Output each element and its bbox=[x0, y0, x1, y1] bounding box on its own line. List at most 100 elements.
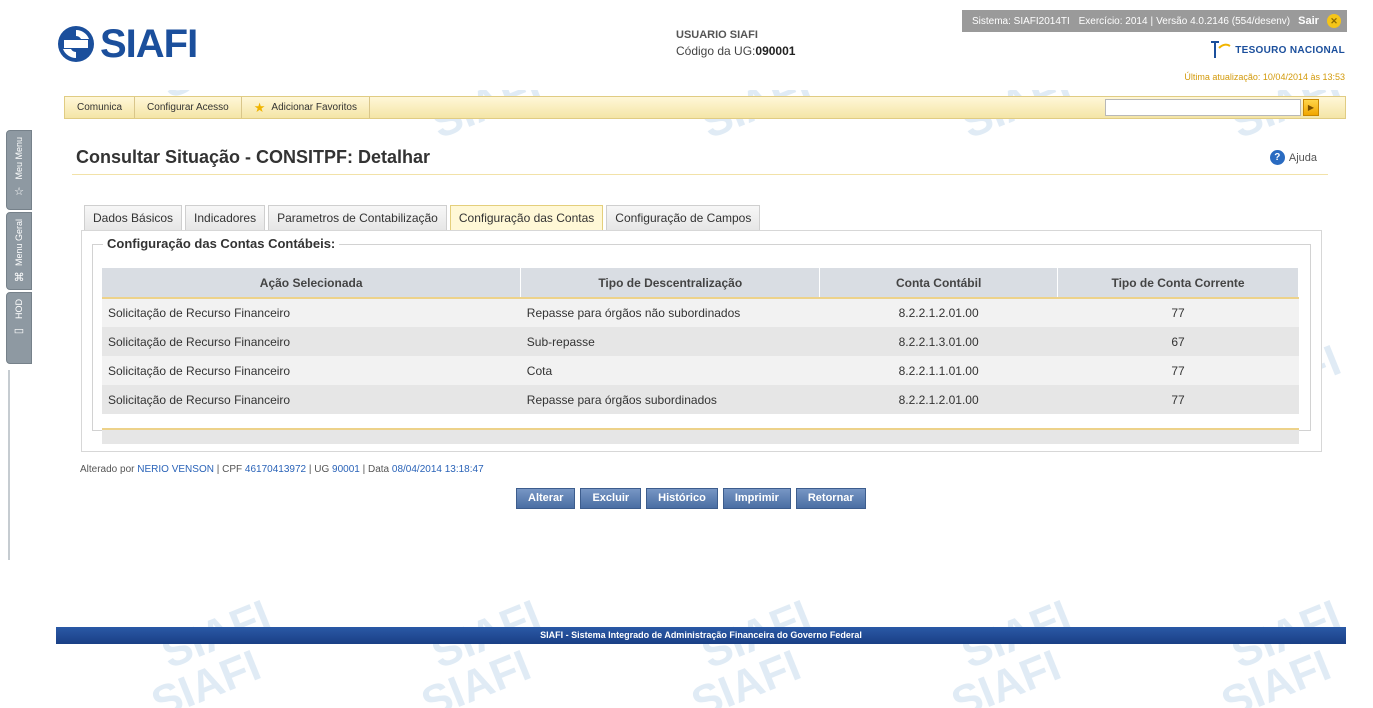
table-footer bbox=[102, 430, 1299, 444]
cell-conta-contabil: 8.2.2.1.2.01.00 bbox=[819, 298, 1058, 327]
tab-indicadores[interactable]: Indicadores bbox=[185, 205, 266, 230]
cell-tipo-descentralizacao: Sub-repasse bbox=[520, 327, 820, 356]
watermark: SIAFI bbox=[414, 640, 538, 708]
tab-label: Configuração das Contas bbox=[458, 211, 595, 225]
toolbar: Comunica Configurar Acesso ★ Adicionar F… bbox=[64, 96, 1346, 119]
cell-acao: Solicitação de Recurso Financeiro bbox=[102, 298, 521, 327]
toolbar-comunica-label: Comunica bbox=[77, 102, 123, 113]
side-tab-hod-label: HOD bbox=[14, 299, 24, 319]
logout-label: Sair bbox=[1298, 15, 1319, 27]
fieldset-legend: Configuração das Contas Contábeis: bbox=[103, 236, 340, 251]
tab-dados-basicos[interactable]: Dados Básicos bbox=[84, 205, 183, 230]
play-icon: ▶ bbox=[1307, 103, 1315, 112]
retornar-button[interactable]: Retornar bbox=[795, 488, 866, 509]
toolbar-adicionar-favoritos-label: Adicionar Favoritos bbox=[271, 102, 357, 113]
side-tab-meu-menu[interactable]: Meu Menu ☆ bbox=[6, 130, 32, 210]
cell-tipo-conta-corrente: 77 bbox=[1057, 356, 1299, 385]
audit-info: Alterado por NERIO VENSON | CPF 46170413… bbox=[80, 464, 484, 475]
toolbar-configurar-acesso-label: Configurar Acesso bbox=[147, 102, 229, 113]
watermark: SIAFI bbox=[1214, 640, 1338, 708]
watermark: SIAFI bbox=[144, 640, 268, 708]
title-divider bbox=[72, 174, 1328, 175]
tab-parametros-contabilizacao[interactable]: Parametros de Contabilização bbox=[268, 205, 447, 230]
side-tab-menu-geral[interactable]: Menu Geral ⌘ bbox=[6, 212, 32, 290]
cell-tipo-conta-corrente: 77 bbox=[1057, 298, 1299, 327]
cell-tipo-descentralizacao: Repasse para órgãos não subordinados bbox=[520, 298, 820, 327]
system-name: Sistema: SIAFI2014TI bbox=[972, 15, 1070, 27]
altered-by-user: NERIO VENSON bbox=[137, 464, 214, 475]
side-tab-menu-geral-label: Menu Geral bbox=[14, 219, 24, 267]
cell-acao: Solicitação de Recurso Financeiro bbox=[102, 356, 521, 385]
system-exercicio: Exercício: 2014 bbox=[1078, 15, 1148, 27]
footer: SIAFI - Sistema Integrado de Administraç… bbox=[56, 627, 1346, 644]
toolbar-comunica[interactable]: Comunica bbox=[65, 97, 136, 118]
column-header: Ação Selecionada bbox=[102, 268, 522, 299]
siafi-logo[interactable]: SIAFI bbox=[56, 22, 198, 66]
logout-button[interactable]: Sair ✕ bbox=[1298, 14, 1341, 28]
cell-conta-contabil: 8.2.2.1.2.01.00 bbox=[819, 385, 1058, 414]
header: SIAFI USUARIO SIAFI Código da UG:090001 … bbox=[0, 0, 1373, 90]
system-version: Versão 4.0.2146 (554/desenv) bbox=[1156, 15, 1291, 27]
watermark: SIAFI bbox=[944, 640, 1068, 708]
toolbar-configurar-acesso[interactable]: Configurar Acesso bbox=[135, 97, 242, 118]
imprimir-button[interactable]: Imprimir bbox=[722, 488, 791, 509]
tesouro-icon bbox=[1211, 41, 1231, 58]
date-value: 08/04/2014 13:18:47 bbox=[391, 464, 484, 475]
audit-ug-value: 90001 bbox=[332, 464, 360, 475]
ug-label: Código da UG: bbox=[676, 44, 756, 58]
alterar-button[interactable]: Alterar bbox=[516, 488, 576, 509]
cell-tipo-conta-corrente: 77 bbox=[1057, 385, 1299, 414]
page-title: Consultar Situação - CONSITPF: Detalhar bbox=[76, 147, 431, 167]
cpf-label: CPF bbox=[222, 464, 243, 475]
toolbar-adicionar-favoritos[interactable]: ★ Adicionar Favoritos bbox=[242, 97, 370, 118]
tab-panel: Configuração das Contas Contábeis: Ação … bbox=[81, 230, 1322, 452]
siafi-logo-icon bbox=[58, 26, 94, 62]
action-buttons: Alterar Excluir Histórico Imprimir Retor… bbox=[516, 488, 871, 509]
audit-ug-label: UG bbox=[314, 464, 330, 475]
system-bar: Sistema: SIAFI2014TI Exercício: 2014 | V… bbox=[962, 10, 1347, 32]
user-name: USUARIO SIAFI bbox=[676, 29, 758, 41]
sitemap-icon: ⌘ bbox=[13, 272, 25, 285]
tab-label: Parametros de Contabilização bbox=[277, 211, 438, 225]
ug-info: Código da UG:090001 bbox=[676, 43, 795, 59]
cell-tipo-conta-corrente: 67 bbox=[1057, 327, 1299, 356]
side-tab-meu-menu-label: Meu Menu bbox=[14, 137, 24, 180]
last-update: Última atualização: 10/04/2014 às 13:53 bbox=[1184, 72, 1345, 82]
cell-tipo-descentralizacao: Repasse para órgãos subordinados bbox=[520, 385, 820, 414]
search-input[interactable] bbox=[1105, 99, 1301, 116]
table-row[interactable]: Solicitação de Recurso Financeiro Sub-re… bbox=[102, 327, 1299, 356]
side-tab-hod[interactable]: HOD ▭ bbox=[6, 292, 32, 364]
tab-configuracao-contas[interactable]: Configuração das Contas bbox=[449, 205, 604, 230]
excluir-button[interactable]: Excluir bbox=[580, 488, 642, 509]
tab-label: Indicadores bbox=[194, 211, 257, 225]
star-icon: ★ bbox=[253, 100, 266, 115]
help-label: Ajuda bbox=[1288, 151, 1317, 164]
logout-icon: ✕ bbox=[1327, 14, 1341, 28]
table-row[interactable]: Solicitação de Recurso Financeiro Repass… bbox=[102, 298, 1299, 327]
table-row[interactable]: Solicitação de Recurso Financeiro Repass… bbox=[102, 385, 1299, 414]
tab-configuracao-campos[interactable]: Configuração de Campos bbox=[606, 205, 761, 230]
tab-label: Configuração de Campos bbox=[615, 211, 752, 225]
table-row[interactable]: Solicitação de Recurso Financeiro Cota 8… bbox=[102, 356, 1299, 385]
logo-text: SIAFI bbox=[100, 22, 198, 66]
side-tabs: Meu Menu ☆ Menu Geral ⌘ HOD ▭ bbox=[6, 130, 34, 366]
date-label: Data bbox=[367, 464, 390, 475]
cell-conta-contabil: 8.2.2.1.3.01.00 bbox=[819, 327, 1058, 356]
cell-conta-contabil: 8.2.2.1.1.01.00 bbox=[819, 356, 1058, 385]
tab-label: Dados Básicos bbox=[93, 211, 174, 225]
column-header: Tipo de Descentralização bbox=[520, 268, 821, 299]
table-header-row: Ação Selecionada Tipo de Descentralizaçã… bbox=[102, 268, 1299, 299]
ug-value: 090001 bbox=[755, 44, 796, 58]
help-link[interactable]: ? Ajuda bbox=[1269, 150, 1317, 165]
search-go-button[interactable]: ▶ bbox=[1303, 99, 1319, 116]
cell-tipo-descentralizacao: Cota bbox=[520, 356, 820, 385]
monitor-icon: ▭ bbox=[13, 325, 25, 337]
altered-by-label: Alterado por bbox=[80, 464, 135, 475]
tab-bar: Dados Básicos Indicadores Parametros de … bbox=[84, 205, 763, 230]
tesouro-name: TESOURO NACIONAL bbox=[1235, 44, 1345, 56]
historico-button[interactable]: Histórico bbox=[646, 488, 718, 509]
watermark: SIAFI bbox=[684, 640, 808, 708]
cell-acao: Solicitação de Recurso Financeiro bbox=[102, 327, 521, 356]
help-icon: ? bbox=[1269, 150, 1285, 165]
cpf-value: 46170413972 bbox=[244, 464, 307, 475]
